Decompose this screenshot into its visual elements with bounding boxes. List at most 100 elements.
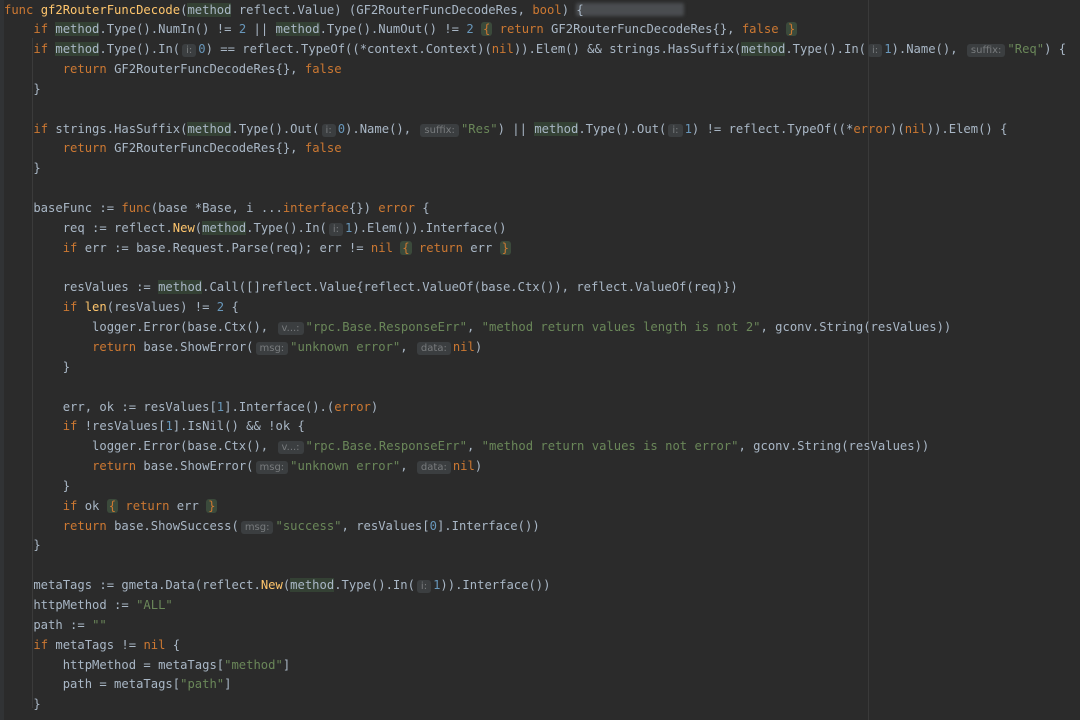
code-token: "method" — [224, 657, 283, 672]
code-line[interactable]: logger.Error(base.Ctx(), v...: "rpc.Base.… — [4, 437, 929, 456]
code-line[interactable]: } — [4, 159, 40, 178]
code-line[interactable]: return GF2RouterFuncDecodeRes{}, false — [4, 60, 342, 79]
parameter-hint: v...: — [277, 441, 304, 455]
code-token: base.ShowError( — [136, 339, 254, 354]
code-editor[interactable]: func gf2RouterFuncDecode(method reflect.… — [0, 0, 1080, 720]
parameter-hint: i: — [416, 580, 432, 594]
code-token: method — [202, 220, 247, 235]
code-line[interactable]: httpMethod = metaTags["method"] — [4, 656, 290, 675]
code-line[interactable]: resValues := method.Call([]reflect.Value… — [4, 278, 738, 297]
code-token: if — [33, 22, 56, 37]
code-line[interactable]: } — [4, 80, 40, 99]
code-token: ) != reflect.TypeOf((* — [691, 121, 854, 136]
code-token: len — [84, 300, 107, 315]
code-line[interactable]: if method.Type().In(i: 0) == reflect.Type… — [4, 40, 1066, 59]
code-line[interactable]: if strings.HasSuffix(method.Type().Out(i… — [4, 120, 1007, 139]
code-line[interactable]: return GF2RouterFuncDecodeRes{}, false — [4, 139, 342, 158]
code-line[interactable]: if len(resValues) != 2 { — [4, 298, 239, 317]
code-token: if — [62, 498, 85, 513]
code-token: bool — [532, 2, 562, 17]
code-token: base.ShowSuccess( — [106, 518, 239, 533]
code-token: interface — [282, 201, 349, 215]
code-token: false — [741, 22, 779, 37]
code-line[interactable]: if err := base.Request.Parse(req); err !… — [4, 239, 511, 258]
code-line[interactable]: } — [4, 358, 70, 377]
fold-brace[interactable]: { — [481, 22, 493, 37]
code-token: base.ShowError( — [136, 459, 254, 474]
code-token: "path" — [180, 677, 225, 692]
parameter-hint: suffix: — [420, 123, 459, 137]
code-line[interactable]: path = metaTags["path"] — [4, 675, 232, 694]
code-token: "method return values length is not 2" — [481, 320, 761, 335]
code-token: 0 — [429, 518, 437, 533]
code-token: logger.Error(base.Ctx(), — [4, 320, 276, 335]
code-token: "ALL" — [136, 598, 173, 612]
code-token: .Type().NumOut() != — [319, 22, 467, 37]
code-token: (base *Base, i ... — [150, 201, 283, 215]
code-line[interactable]: err, ok := resValues[1].Interface().(err… — [4, 398, 379, 417]
fold-brace[interactable]: { — [106, 498, 119, 513]
code-token: reflect. — [231, 2, 298, 17]
code-token: method — [55, 42, 100, 57]
code-token: nil — [904, 121, 927, 136]
code-line[interactable]: httpMethod := "ALL" — [4, 596, 173, 615]
parameter-hint: v...: — [277, 322, 304, 336]
code-token: "method return values is not error" — [481, 439, 739, 454]
code-line[interactable]: req := reflect.New(method.Type().In(i: 1)… — [4, 219, 506, 238]
code-token: gf2RouterFuncDecode — [40, 2, 181, 17]
code-token: path = metaTags[ — [4, 677, 181, 692]
code-line[interactable]: if !resValues[1].IsNil() && !ok { — [4, 417, 305, 436]
code-token: metaTags != — [55, 637, 144, 652]
fold-brace[interactable]: } — [499, 240, 511, 255]
code-token: method — [290, 578, 335, 593]
code-line[interactable]: } — [4, 477, 70, 496]
code-line[interactable]: return base.ShowSuccess(msg: "success", r… — [4, 517, 540, 536]
code-token: method — [158, 280, 203, 295]
code-token: .Type().In( — [785, 42, 867, 57]
parameter-hint: data: — [416, 341, 451, 355]
code-line[interactable]: func gf2RouterFuncDecode(method reflect.… — [4, 1, 584, 20]
code-token: )).Elem() && strings.HasSuffix( — [513, 42, 742, 57]
code-token: error — [334, 399, 371, 414]
code-token: ] — [224, 677, 232, 692]
code-token: ) — [370, 399, 379, 414]
code-token: .Type().In( — [246, 220, 327, 235]
code-line[interactable]: return base.ShowError(msg: "unknown error… — [4, 338, 482, 357]
code-line[interactable]: metaTags := gmeta.Data(reflect.New(metho… — [4, 576, 550, 595]
code-line[interactable]: } — [4, 695, 40, 714]
parameter-hint: i: — [328, 222, 344, 236]
code-token: nil — [452, 459, 475, 474]
code-token: New — [172, 220, 195, 235]
code-token: )).Elem() { — [926, 121, 1008, 136]
code-line[interactable]: logger.Error(base.Ctx(), v...: "rpc.Base.… — [4, 318, 951, 337]
code-line[interactable]: if metaTags != nil { — [4, 636, 180, 655]
code-token: err, ok := resValues[ — [4, 399, 217, 414]
code-token: path := — [4, 617, 93, 632]
fold-brace[interactable]: } — [785, 22, 798, 37]
code-token: resValues := — [4, 280, 159, 295]
fold-brace[interactable]: { — [400, 240, 412, 255]
code-token: func — [4, 2, 41, 17]
code-token: if — [62, 240, 85, 255]
code-token: nil — [452, 339, 475, 354]
code-line[interactable]: if method.Type().NumIn() != 2 || method.… — [4, 20, 798, 39]
code-token: , — [466, 320, 482, 335]
code-token: metaTags := gmeta.Data(reflect. — [4, 578, 261, 593]
code-line[interactable]: } — [4, 536, 41, 555]
code-token: if — [33, 121, 56, 136]
code-line[interactable]: return base.ShowError(msg: "unknown error… — [4, 457, 482, 476]
code-line[interactable]: if ok { return err } — [4, 497, 218, 516]
code-token: ).Elem()).Interface() — [352, 220, 507, 235]
code-token: )( — [890, 121, 905, 136]
code-token: } — [4, 538, 41, 553]
fold-brace[interactable]: } — [206, 498, 218, 513]
code-line[interactable]: path := "" — [4, 616, 106, 635]
parameter-hint: i: — [668, 123, 683, 137]
code-line[interactable]: baseFunc := func(base *Base, i ...interf… — [4, 199, 429, 218]
